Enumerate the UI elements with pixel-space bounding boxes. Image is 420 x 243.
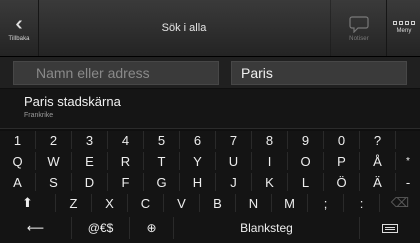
speech-bubble-icon [349,15,369,33]
key-k[interactable]: K [252,173,288,191]
space-key[interactable]: Blanksteg [174,217,360,239]
key-j[interactable]: J [216,173,252,191]
key-x[interactable]: X [92,194,128,212]
result-title: Paris stadskärna [24,94,121,109]
key-a[interactable]: A [0,173,36,191]
key-2[interactable]: 2 [36,131,72,149]
key-6[interactable]: 6 [180,131,216,149]
key-d[interactable]: D [72,173,108,191]
key-i[interactable]: I [252,152,288,170]
double-chevron-left-icon: ‹‹ [15,12,24,35]
backspace-icon: ⌫ [390,195,410,210]
key-m[interactable]: M [272,194,308,212]
top-bar: ‹‹ Tillbaka Sök i alla Notiser Meny [0,0,420,57]
back-button[interactable]: ‹‹ Tillbaka [0,0,39,56]
close-keyboard-key[interactable]: ⟵ [0,217,72,239]
key-r[interactable]: R [108,152,144,170]
key-u[interactable]: U [216,152,252,170]
arrow-left-icon: ⟵ [26,221,45,235]
keyboard-row-3: A S D F G H J K L Ö Ä - [0,173,420,191]
key-s[interactable]: S [36,173,72,191]
menu-button[interactable]: Meny [386,0,420,56]
key-7[interactable]: 7 [216,131,252,149]
notifications-label: Notiser [349,35,369,42]
keyboard-row-2: Q W E R T Y U I O P Å * [0,152,420,170]
key-ouml[interactable]: Ö [324,173,360,191]
key-9[interactable]: 9 [288,131,324,149]
keyboard-icon [382,223,398,233]
key-auml[interactable]: Ä [360,173,396,191]
symbols-key[interactable]: @€$ [72,217,130,239]
key-e[interactable]: E [72,152,108,170]
key-1[interactable]: 1 [0,131,36,149]
key-n[interactable]: N [236,194,272,212]
keyboard-row-bottom: ⟵ @€$ ⊕ Blanksteg [0,217,420,239]
list-item[interactable]: Paris stadskärna Frankrike [0,89,420,129]
key-q[interactable]: Q [0,152,36,170]
name-address-input[interactable]: Namn eller adress [13,61,219,85]
key-b[interactable]: B [200,194,236,212]
language-key[interactable]: ⊕ [130,217,174,239]
key-c[interactable]: C [128,194,164,212]
key-hyphen[interactable]: - [396,173,420,191]
menu-grid-icon [393,20,415,25]
key-aring[interactable]: Å [360,152,396,170]
key-l[interactable]: L [288,173,324,191]
search-row: Namn eller adress Paris [0,57,420,88]
city-input[interactable]: Paris [231,61,407,85]
shift-key[interactable]: ⬆ [0,194,56,212]
key-question[interactable]: ? [360,131,396,149]
key-semicolon[interactable]: ; [308,194,344,212]
back-label: Tillbaka [8,35,30,42]
key-colon[interactable]: : [344,194,380,212]
key-f[interactable]: F [108,173,144,191]
keyboard-row-4: ⬆ Z X C V B N M ; : ⌫ [0,194,420,212]
page-title: Sök i alla [161,22,207,34]
key-t[interactable]: T [144,152,180,170]
key-8[interactable]: 8 [252,131,288,149]
key-4[interactable]: 4 [108,131,144,149]
key-v[interactable]: V [164,194,200,212]
key-3[interactable]: 3 [72,131,108,149]
key-y[interactable]: Y [180,152,216,170]
key-g[interactable]: G [144,173,180,191]
key-5[interactable]: 5 [144,131,180,149]
onscreen-keyboard: 1 2 3 4 5 6 7 8 9 0 ? Q W E R T Y U I O … [0,131,420,243]
key-asterisk[interactable]: * [396,152,420,170]
key-z[interactable]: Z [56,194,92,212]
key-0[interactable]: 0 [324,131,360,149]
key-h[interactable]: H [180,173,216,191]
key-w[interactable]: W [36,152,72,170]
menu-label: Meny [396,27,412,34]
key-p[interactable]: P [324,152,360,170]
key-o[interactable]: O [288,152,324,170]
shift-arrow-icon: ⬆ [22,195,33,210]
keyboard-toggle-key[interactable] [360,217,420,239]
result-subtitle: Frankrike [24,112,54,119]
keyboard-row-numbers: 1 2 3 4 5 6 7 8 9 0 ? [0,131,420,149]
backspace-key[interactable]: ⌫ [380,194,420,212]
globe-icon: ⊕ [146,221,157,235]
notifications-button[interactable]: Notiser [330,0,387,56]
